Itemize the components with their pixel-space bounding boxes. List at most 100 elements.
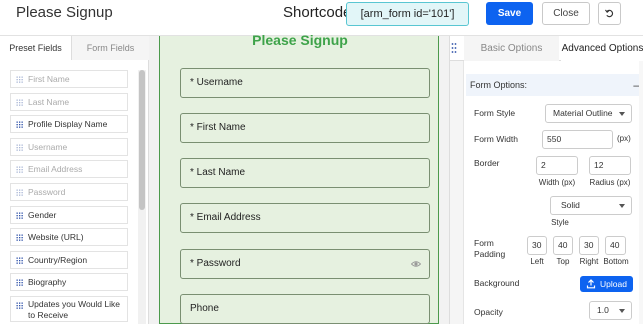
preset-field-item[interactable]: Profile Display Name [10,115,128,134]
border-radius-caption: Radius (px) [589,178,631,187]
grid-drag-icon [16,144,23,151]
preset-field-label: Updates you Would Like to Receive [28,298,120,320]
form-style-select[interactable]: Material Outline [545,104,632,123]
options-gutter [450,61,464,324]
preset-field-label: Email Address [28,164,83,175]
preset-field-item[interactable]: Updates you Would Like to Receive [10,295,128,322]
preset-field-item[interactable]: Username [10,137,128,156]
email-field[interactable]: * Email Address [180,203,430,233]
upload-button[interactable]: Upload [580,276,633,292]
opacity-select[interactable]: 1.0 [589,301,632,320]
padding-right-input[interactable]: 30 [579,236,599,255]
grid-drag-icon [16,99,23,106]
options-tabs: Basic Options Advanced Options [450,36,643,61]
phone-field[interactable]: Phone [180,294,430,324]
tab-advanced-options[interactable]: Advanced Options [561,36,643,61]
preset-field-label: Country/Region [28,254,88,265]
form-width-input[interactable]: 550 [542,130,613,149]
padding-top-caption: Top [556,257,570,266]
grid-drag-icon [16,234,23,241]
drag-handle-icon[interactable] [451,42,457,54]
form-preview-title: Please Signup [252,32,348,48]
opacity-value: 1.0 [597,305,609,315]
border-style-caption: Style [551,218,569,227]
grid-drag-icon [16,166,23,174]
username-field[interactable]: * Username [180,68,430,98]
border-style-value: Solid [561,200,580,210]
first-name-field[interactable]: * First Name [180,113,430,143]
reset-button[interactable] [598,2,621,25]
tab-form-fields[interactable]: Form Fields [72,36,149,60]
grid-drag-icon [16,189,23,196]
preset-field-item[interactable]: Biography [10,273,128,292]
close-button[interactable]: Close [542,2,590,25]
preset-field-item[interactable]: Email Address [10,160,128,179]
preset-field-label: Website (URL) [28,232,84,243]
grid-drag-icon [16,76,23,83]
options-scrollbar[interactable] [639,61,643,324]
preset-field-item[interactable]: Gender [10,205,128,224]
opacity-label: Opacity [474,307,503,317]
password-field-label: * Password [190,258,241,269]
preset-field-item[interactable]: Website (URL) [10,228,128,247]
shortcode-box[interactable]: [arm_form id='101'] [346,2,469,26]
chevron-down-icon [619,112,625,116]
form-style-label: Form Style [474,108,516,118]
undo-icon [605,9,614,18]
background-label: Background [474,278,520,288]
grid-drag-icon [16,279,23,287]
save-button[interactable]: Save [486,2,533,25]
grid-drag-icon [16,121,23,128]
form-options-header[interactable]: Form Options: – [466,74,643,96]
preset-field-list: First Name Last Name Profile Display Name U… [10,70,128,324]
field-list-scroll-thumb[interactable] [139,70,145,210]
form-width-label: Form Width [474,134,518,144]
border-label: Border [474,158,500,168]
preset-field-item[interactable]: Password [10,182,128,201]
preset-field-label: Username [28,141,68,152]
border-style-select[interactable]: Solid [550,196,632,215]
form-options-title: Form Options: [470,80,528,90]
preset-field-item[interactable]: First Name [10,70,128,88]
grid-drag-icon [16,212,23,219]
tab-basic-options[interactable]: Basic Options [464,36,559,61]
preset-field-label: Gender [28,209,57,220]
padding-left-caption: Left [530,257,544,266]
last-name-field[interactable]: * Last Name [180,158,430,188]
border-radius-input[interactable]: 12 [589,156,631,175]
header-bar: Please Signup Shortcode: [arm_form id='1… [0,0,643,36]
preset-field-label: Profile Display Name [28,119,108,130]
grid-drag-icon [16,302,23,309]
eye-icon[interactable] [411,259,421,269]
form-preview: Please Signup * Username * First Name * … [159,32,439,324]
preset-field-label: First Name [28,74,70,84]
upload-label: Upload [600,279,627,289]
padding-bottom-input[interactable]: 40 [605,236,626,255]
padding-top-input[interactable]: 40 [553,236,573,255]
border-width-input[interactable]: 2 [536,156,578,175]
form-padding-label: Form Padding [474,238,506,259]
shortcode-label: Shortcode: [283,4,356,21]
upload-icon [586,279,596,289]
preset-field-label: Password [28,186,66,197]
form-style-value: Material Outline [553,108,613,118]
form-canvas: Please Signup * Username * First Name * … [149,32,449,324]
padding-bottom-caption: Bottom [603,257,629,266]
field-library-tabs: Preset Fields Form Fields [0,36,149,60]
preset-field-label: Last Name [28,96,70,107]
preset-field-item[interactable]: Country/Region [10,250,128,269]
password-field[interactable]: * Password [180,249,430,279]
chevron-down-icon [619,309,625,313]
grid-drag-icon [16,257,23,264]
preset-field-label: Biography [28,277,67,288]
chevron-down-icon [619,204,625,208]
padding-right-caption: Right [579,257,599,266]
field-library-panel: Preset Fields Form Fields First Name Last… [0,36,149,324]
padding-left-input[interactable]: 30 [527,236,547,255]
tab-preset-fields[interactable]: Preset Fields [0,36,72,60]
options-panel: Basic Options Advanced Options Form Opti… [449,36,643,324]
form-name-title[interactable]: Please Signup [16,4,113,21]
preset-field-item[interactable]: Last Name [10,92,128,111]
form-width-unit: (px) [617,134,631,143]
border-width-caption: Width (px) [538,178,576,187]
